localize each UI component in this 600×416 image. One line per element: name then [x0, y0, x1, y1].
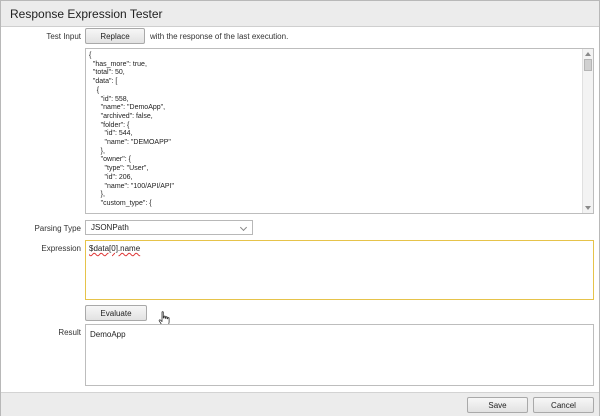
json-line: "has_more": true, — [89, 60, 147, 68]
parsing-type-value: JSONPath — [91, 223, 129, 232]
result-label: Result — [58, 328, 81, 337]
chevron-down-icon — [239, 223, 248, 232]
json-line: "name": "DEMOAPP" — [89, 139, 171, 147]
json-line: { — [89, 52, 92, 59]
save-button[interactable]: Save — [467, 397, 528, 413]
vertical-scrollbar[interactable] — [582, 49, 593, 213]
scroll-thumb[interactable] — [584, 59, 592, 71]
parsing-type-select[interactable]: JSONPath — [85, 220, 253, 235]
response-expression-tester-dialog: Response Expression Tester Test Input Re… — [0, 0, 600, 416]
parsing-type-label: Parsing Type — [34, 224, 81, 233]
json-line: "archived": false, — [89, 112, 153, 120]
json-line: { — [89, 86, 100, 94]
json-line: }, — [89, 147, 105, 155]
expression-value: $data[0].name — [89, 244, 141, 253]
evaluate-button[interactable]: Evaluate — [85, 305, 147, 321]
json-line: "id": 544, — [89, 130, 133, 138]
result-value: DemoApp — [90, 330, 126, 339]
result-textarea[interactable]: DemoApp — [85, 324, 594, 386]
cancel-button[interactable]: Cancel — [533, 397, 594, 413]
json-line: "total": 50, — [89, 69, 125, 77]
json-line: "name": "DemoApp", — [89, 104, 166, 112]
test-input-textarea[interactable]: { "has_more": true, "total": 50, "data":… — [85, 48, 594, 214]
json-line: "owner": { — [89, 156, 131, 164]
json-line: }, — [89, 191, 105, 199]
replace-button[interactable]: Replace — [85, 28, 145, 44]
expression-label: Expression — [41, 244, 81, 253]
json-line: "folder": { — [89, 121, 130, 129]
json-line: "data": [ — [89, 78, 118, 86]
json-line: "name": "100/API/API" — [89, 182, 175, 190]
json-line: "id": 206, — [89, 173, 133, 181]
json-line: "id": 558, — [89, 95, 129, 103]
dialog-title: Response Expression Tester — [10, 7, 163, 21]
test-input-content: { "has_more": true, "total": 50, "data":… — [89, 52, 579, 209]
title-bar: Response Expression Tester — [1, 1, 599, 27]
replace-hint: with the response of the last execution. — [150, 32, 289, 41]
dialog-footer: Save Cancel — [1, 392, 599, 416]
scroll-up-icon[interactable] — [585, 52, 591, 56]
expression-input[interactable]: $data[0].name — [85, 240, 594, 300]
scroll-down-icon[interactable] — [585, 206, 591, 210]
json-line: "custom_type": { — [89, 199, 152, 207]
json-line: "type": "User", — [89, 165, 149, 173]
test-input-label: Test Input — [46, 32, 81, 41]
